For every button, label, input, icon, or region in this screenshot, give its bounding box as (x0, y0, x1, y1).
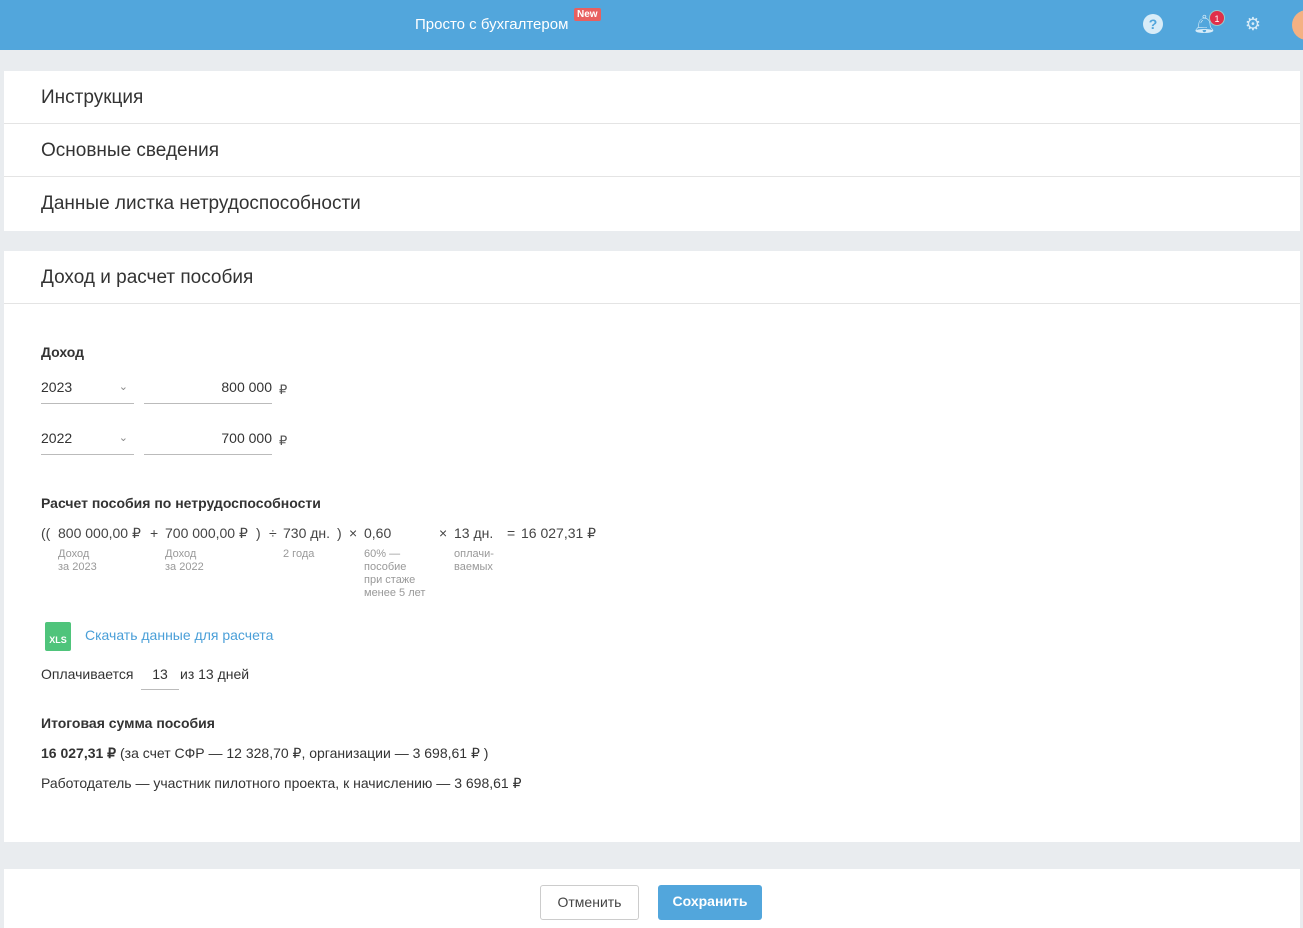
formula-caption: 60% — пособие при стаже менее 5 лет (364, 548, 426, 599)
pilot-text: Работодатель — участник пилотного проект… (41, 775, 522, 791)
paid-days-input[interactable]: 13 (141, 666, 179, 690)
formula-mul: × (349, 525, 358, 541)
formula-income-2: 700 000,00 ₽ (165, 525, 248, 541)
section-income-calc[interactable]: Доход и расчет пособия (4, 251, 1300, 304)
top-bar: Просто с бухгалтером New ? 🔔︎ 1 ⚙︎ (0, 0, 1303, 50)
footer-bar (4, 869, 1300, 928)
paid-label: Оплачивается (41, 666, 134, 682)
section-main-info[interactable]: Основные сведения (4, 124, 1300, 177)
formula-income-1: 800 000,00 ₽ (58, 525, 141, 541)
formula-paid-days: 13 дн. (454, 525, 494, 541)
total-label: Итоговая сумма пособия (41, 715, 215, 731)
formula-div: ÷ (269, 525, 277, 541)
formula-caption: Доход за 2023 (58, 548, 97, 573)
formula-caption: Доход за 2022 (165, 548, 204, 573)
chevron-down-icon: ⌄ (118, 381, 128, 393)
notification-badge: 1 (1209, 10, 1225, 26)
formula-paren: ) (337, 525, 342, 541)
year-select-1[interactable]: 2023 ⌄ (41, 374, 134, 404)
gear-icon[interactable]: ⚙︎ (1243, 14, 1263, 34)
new-badge: New (574, 8, 601, 21)
total-line: 16 027,31 ₽ (за счет СФР — 12 328,70 ₽, … (41, 745, 488, 762)
total-amount: 16 027,31 ₽ (41, 745, 117, 761)
income-input-2[interactable]: 700 000 (144, 425, 272, 455)
total-details: (за счет СФР — 12 328,70 ₽, организации … (116, 745, 489, 761)
formula-caption: 2 года (283, 548, 315, 560)
formula-paren: (( (41, 525, 51, 541)
year-select-2[interactable]: 2022 ⌄ (41, 425, 134, 455)
brand-link[interactable]: Просто с бухгалтером (415, 16, 568, 33)
formula-mul: × (439, 525, 448, 541)
download-link[interactable]: Скачать данные для расчета (85, 627, 273, 643)
formula-days: 730 дн. (283, 525, 331, 541)
formula-plus: + (150, 525, 159, 541)
avatar[interactable] (1292, 10, 1303, 40)
currency: ₽ (279, 382, 288, 397)
formula-result: 16 027,31 ₽ (521, 525, 597, 541)
help-icon[interactable]: ? (1143, 14, 1163, 34)
chevron-down-icon: ⌄ (118, 432, 128, 444)
year-value: 2023 (41, 379, 73, 395)
section-instruction[interactable]: Инструкция (4, 71, 1300, 124)
income-input-1[interactable]: 800 000 (144, 374, 272, 404)
formula-rate: 0,60 (364, 525, 392, 541)
cancel-button[interactable]: Отменить (540, 885, 639, 920)
calc-label: Расчет пособия по нетрудоспособности (41, 495, 321, 511)
currency: ₽ (279, 433, 288, 448)
year-value: 2022 (41, 430, 73, 446)
paid-suffix: из 13 дней (180, 666, 250, 682)
formula-eq: = (507, 525, 516, 541)
save-button[interactable]: Сохранить (658, 885, 762, 920)
section-sick-leave[interactable]: Данные листка нетрудоспособности (4, 177, 1300, 230)
collapsed-sections: Инструкция Основные сведения Данные лист… (4, 71, 1300, 231)
formula-caption: оплачи- ваемых (454, 548, 494, 573)
income-label: Доход (41, 344, 85, 360)
formula-paren: ) (256, 525, 261, 541)
xls-file-icon: XLS (45, 622, 71, 651)
